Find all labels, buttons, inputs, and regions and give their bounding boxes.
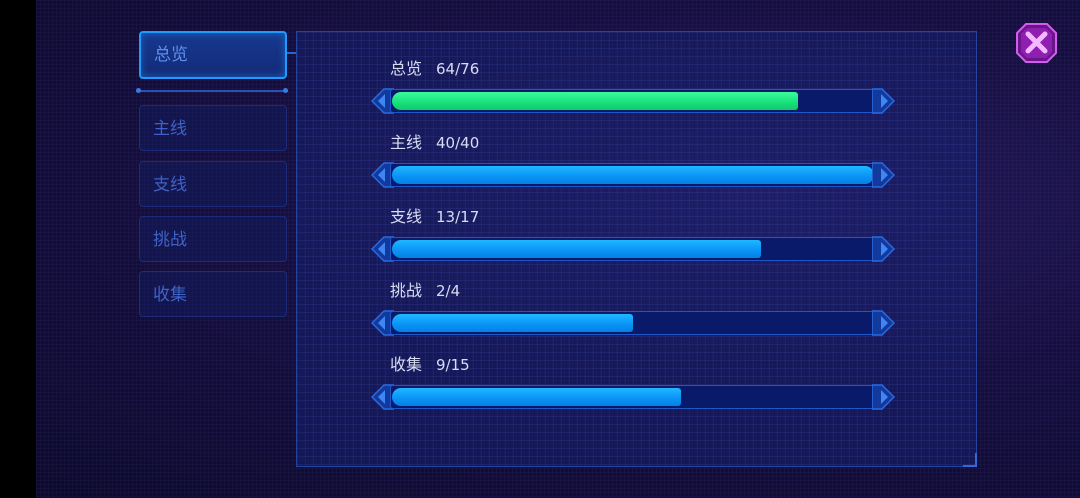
- tab-side-quest[interactable]: 支线: [139, 161, 287, 207]
- progress-row-label: 总览 64/76: [390, 58, 479, 80]
- progress-count-challenge: 2/4: [436, 282, 461, 300]
- progress-label-challenge: 挑战: [390, 281, 423, 300]
- progress-count-main: 40/40: [436, 134, 480, 152]
- bar-cap-right-icon: [872, 384, 896, 410]
- bar-fill: [392, 166, 874, 184]
- progress-count-overview: 64/76: [436, 60, 480, 78]
- tab-divider: [136, 88, 288, 93]
- progress-bar-collection: [370, 383, 896, 411]
- progress-row-label: 主线 40/40: [390, 132, 479, 154]
- progress-label-main: 主线: [390, 133, 423, 152]
- tab-collection[interactable]: 收集: [139, 271, 287, 317]
- screen-edge: [0, 0, 36, 498]
- bar-fill: [392, 388, 681, 406]
- progress-bar-side: [370, 235, 896, 263]
- progress-bar-main: [370, 161, 896, 189]
- bar-fill: [392, 92, 798, 110]
- progress-label-side: 支线: [390, 207, 423, 226]
- bar-cap-right-icon: [872, 88, 896, 114]
- bar-fill: [392, 314, 633, 332]
- progress-bar-overview: [370, 87, 896, 115]
- close-x-icon[interactable]: [1016, 23, 1057, 63]
- progress-row-label: 支线 13/17: [390, 206, 479, 228]
- progress-count-collection: 9/15: [436, 356, 470, 374]
- tab-challenge[interactable]: 挑战: [139, 216, 287, 262]
- bar-fill: [392, 240, 761, 258]
- tab-overview[interactable]: 总览: [139, 31, 287, 79]
- progress-bar-challenge: [370, 309, 896, 337]
- bar-cap-right-icon: [872, 236, 896, 262]
- tab-main-quest[interactable]: 主线: [139, 105, 287, 151]
- bar-cap-right-icon: [872, 310, 896, 336]
- progress-count-side: 13/17: [436, 208, 480, 226]
- bar-cap-right-icon: [872, 162, 896, 188]
- progress-row-label: 挑战 2/4: [390, 280, 460, 302]
- progress-label-overview: 总览: [390, 59, 423, 78]
- progress-row-label: 收集 9/15: [390, 354, 470, 376]
- progress-label-collection: 收集: [390, 355, 423, 374]
